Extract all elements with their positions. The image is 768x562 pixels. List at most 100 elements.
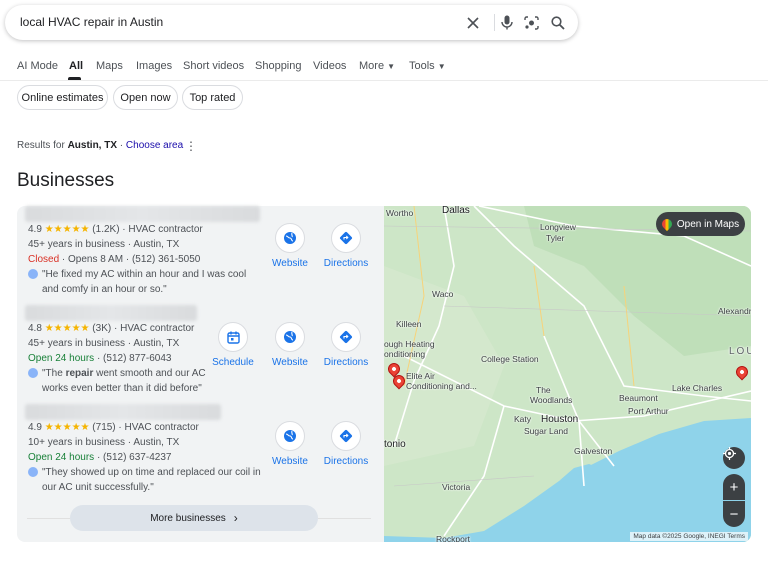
map-label-victoria: Victoria bbox=[442, 482, 471, 492]
rating-value: 4.9 bbox=[28, 224, 42, 235]
map-business-label-1b[interactable]: onditioning bbox=[384, 349, 425, 359]
map-label-dallas: Dallas bbox=[442, 206, 470, 216]
review-snippet: "They showed up on time and replaced our… bbox=[28, 465, 263, 495]
map-label-port-arthur: Port Arthur bbox=[628, 406, 669, 416]
business-category: HVAC contractor bbox=[124, 422, 199, 433]
hours-phone: · Opens 8 AM · (512) 361-5050 bbox=[59, 254, 201, 265]
website-button[interactable]: Website bbox=[261, 322, 319, 368]
website-label: Website bbox=[272, 357, 308, 368]
map-attribution[interactable]: Map data ©2025 Google, INEGI Terms bbox=[630, 532, 748, 541]
map-business-label-1[interactable]: ough Heating bbox=[384, 339, 435, 349]
business-rating-line: 4.8 ★★★★★ (3K) · HVAC contractor bbox=[28, 323, 195, 334]
directions-label: Directions bbox=[323, 258, 369, 269]
tab-tools[interactable]: Tools ▼ bbox=[409, 60, 446, 72]
map-label-louisiana: LOU bbox=[729, 346, 751, 357]
directions-icon bbox=[331, 322, 361, 352]
caret-down-icon: ▼ bbox=[437, 62, 446, 71]
search-input[interactable]: local HVAC repair in Austin bbox=[20, 15, 163, 29]
business-years-location: 10+ years in business · Austin, TX bbox=[28, 437, 180, 448]
hours-phone: · (512) 637-4237 bbox=[94, 452, 172, 463]
choose-area-link[interactable]: Choose area bbox=[126, 140, 183, 151]
map-label-alexandria: Alexandri bbox=[718, 306, 751, 316]
tab-more[interactable]: More ▼ bbox=[359, 60, 395, 72]
chip-top-rated[interactable]: Top rated bbox=[182, 85, 243, 110]
map-label-sugar-land: Sugar Land bbox=[524, 426, 568, 436]
more-businesses-button[interactable]: More businesses › bbox=[70, 505, 318, 531]
map-canvas bbox=[384, 206, 751, 542]
business-name-blurred[interactable] bbox=[25, 206, 260, 222]
map-label-elite-air[interactable]: Elite Air bbox=[406, 371, 435, 381]
review-text-start: "The bbox=[42, 368, 66, 379]
search-bar[interactable]: local HVAC repair in Austin bbox=[5, 5, 578, 40]
my-location-button[interactable] bbox=[723, 447, 745, 469]
search-icon[interactable] bbox=[549, 14, 566, 31]
map-view[interactable]: Wortho Dallas Longview Tyler Waco Killee… bbox=[384, 206, 751, 542]
globe-icon bbox=[275, 421, 305, 451]
directions-button[interactable]: Directions bbox=[317, 421, 375, 467]
tab-ai-mode[interactable]: AI Mode bbox=[17, 60, 58, 72]
tab-images[interactable]: Images bbox=[136, 60, 172, 72]
map-label-beaumont: Beaumont bbox=[619, 393, 658, 403]
star-rating-icon: ★★★★★ bbox=[44, 323, 90, 334]
search-divider bbox=[494, 14, 495, 31]
website-button[interactable]: Website bbox=[261, 223, 319, 269]
open-in-maps-label: Open in Maps bbox=[676, 218, 740, 230]
open-in-maps-button[interactable]: Open in Maps bbox=[656, 212, 745, 236]
map-label-the-woodlands: The bbox=[536, 385, 551, 395]
minus-icon: − bbox=[729, 505, 739, 523]
tab-shopping[interactable]: Shopping bbox=[255, 60, 302, 72]
results-for-prefix: Results for bbox=[17, 140, 65, 151]
directions-button[interactable]: Directions bbox=[317, 322, 375, 368]
chip-online-estimates[interactable]: Online estimates bbox=[17, 85, 108, 110]
globe-icon bbox=[275, 223, 305, 253]
chevron-right-icon: › bbox=[233, 511, 238, 525]
more-businesses-label: More businesses bbox=[150, 512, 226, 524]
star-rating-icon: ★★★★★ bbox=[44, 224, 90, 235]
search-tabs: AI Mode All Maps Images Short videos Sho… bbox=[0, 55, 768, 81]
business-years-location: 45+ years in business · Austin, TX bbox=[28, 338, 180, 349]
tab-maps[interactable]: Maps bbox=[96, 60, 123, 72]
tab-short-videos[interactable]: Short videos bbox=[183, 60, 244, 72]
more-options-icon[interactable]: ⋮ bbox=[185, 139, 197, 153]
status-open: Open 24 hours bbox=[28, 452, 95, 463]
review-count[interactable]: (715) bbox=[92, 422, 115, 433]
tab-more-label: More bbox=[359, 60, 385, 72]
map-label-waco: Waco bbox=[432, 289, 454, 299]
caret-down-icon: ▼ bbox=[387, 62, 395, 71]
zoom-out-button[interactable]: − bbox=[723, 501, 745, 527]
map-label-galveston: Galveston bbox=[574, 446, 613, 456]
review-count[interactable]: (3K) bbox=[92, 323, 111, 334]
review-text: "The repair went smooth and our AC works… bbox=[28, 366, 208, 396]
map-label-fort-worth: Wortho bbox=[386, 208, 414, 218]
chip-open-now[interactable]: Open now bbox=[113, 85, 178, 110]
business-category: HVAC contractor bbox=[120, 323, 195, 334]
directions-icon bbox=[331, 223, 361, 253]
map-label-longview: Longview bbox=[540, 222, 576, 232]
lens-icon[interactable] bbox=[523, 14, 540, 31]
schedule-button[interactable]: Schedule bbox=[204, 322, 262, 368]
map-label-elite-air-2[interactable]: Conditioning and... bbox=[406, 381, 477, 391]
website-button[interactable]: Website bbox=[261, 421, 319, 467]
map-label-rockport: Rockport bbox=[436, 534, 471, 542]
google-maps-icon bbox=[659, 216, 674, 232]
calendar-icon bbox=[218, 322, 248, 352]
tab-videos[interactable]: Videos bbox=[313, 60, 346, 72]
reviewer-avatar-icon bbox=[28, 269, 38, 279]
tab-all[interactable]: All bbox=[69, 60, 83, 72]
business-card[interactable]: 4.9 ★★★★★ (715) · HVAC contractor 10+ ye… bbox=[17, 404, 384, 503]
business-name-blurred[interactable] bbox=[25, 404, 221, 420]
business-rating-line: 4.9 ★★★★★ (715) · HVAC contractor bbox=[28, 422, 199, 433]
results-separator: · bbox=[117, 140, 126, 151]
business-card[interactable]: 4.9 ★★★★★ (1.2K) · HVAC contractor 45+ y… bbox=[17, 206, 384, 305]
microphone-icon[interactable] bbox=[498, 14, 515, 31]
review-text: "He fixed my AC within an hour and I was… bbox=[42, 269, 247, 295]
business-card[interactable]: 4.8 ★★★★★ (3K) · HVAC contractor 45+ yea… bbox=[17, 305, 384, 404]
business-name-blurred[interactable] bbox=[25, 305, 197, 321]
review-snippet: "He fixed my AC within an hour and I was… bbox=[28, 267, 263, 297]
clear-icon[interactable] bbox=[464, 14, 481, 31]
review-count[interactable]: (1.2K) bbox=[92, 224, 119, 235]
directions-button[interactable]: Directions bbox=[317, 223, 375, 269]
zoom-in-button[interactable]: + bbox=[723, 474, 745, 500]
reviewer-avatar-icon bbox=[28, 467, 38, 477]
directions-icon bbox=[331, 421, 361, 451]
